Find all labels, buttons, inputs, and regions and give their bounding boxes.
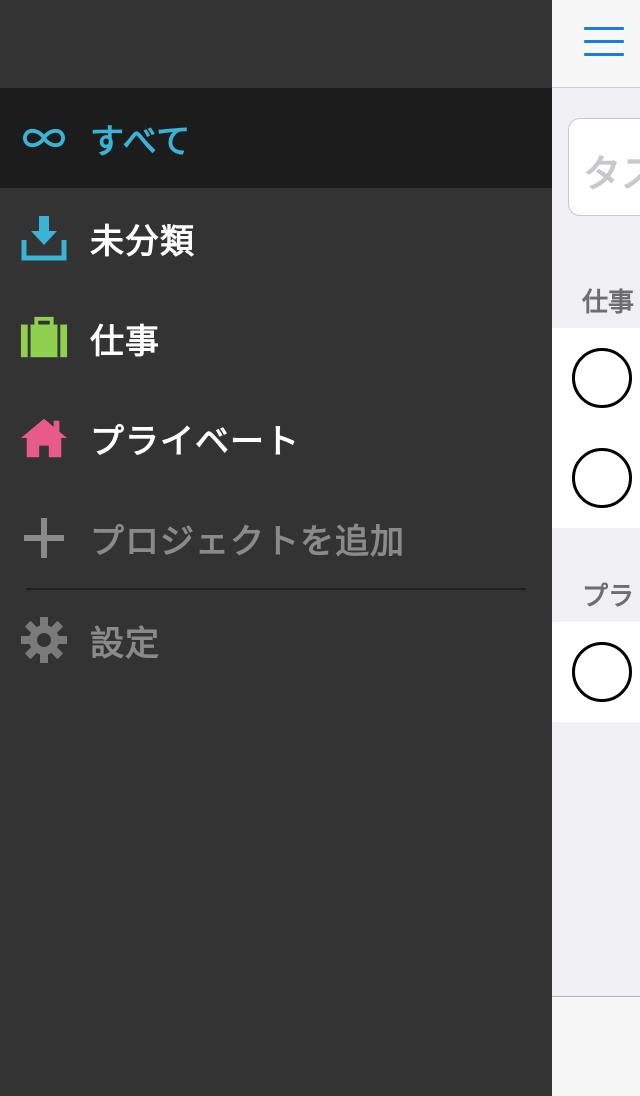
gear-icon — [20, 616, 68, 664]
menu-item-add-project[interactable]: プロジェクトを追加 — [0, 488, 552, 588]
menu-item-label: プロジェクトを追加 — [90, 521, 405, 562]
task-checkbox[interactable] — [572, 348, 632, 408]
menu-item-private[interactable]: プライベート — [0, 388, 552, 488]
bottom-toolbar — [552, 996, 640, 1096]
main-panel: タス 仕事 プラ — [552, 0, 640, 1096]
briefcase-icon — [20, 314, 68, 362]
inbox-download-icon — [20, 214, 68, 262]
menu-item-all[interactable]: すべて — [0, 88, 552, 188]
task-row[interactable] — [552, 428, 640, 528]
task-list-work — [552, 328, 640, 528]
menu-item-work[interactable]: 仕事 — [0, 288, 552, 388]
task-list-private — [552, 622, 640, 722]
menu-item-label: プライベート — [90, 421, 300, 462]
hamburger-menu-icon[interactable] — [584, 27, 626, 59]
section-header-work: 仕事 — [582, 288, 635, 318]
side-drawer: すべて 未分類 仕事 プライベート プロジェクトを追加 設定 — [0, 0, 552, 1096]
plus-icon — [20, 514, 68, 562]
infinity-icon — [20, 114, 68, 162]
menu-item-label: 未分類 — [90, 221, 195, 262]
menu-item-label: すべて — [90, 121, 192, 162]
menu-item-settings[interactable]: 設定 — [0, 590, 552, 690]
home-icon — [20, 414, 68, 462]
section-header-private: プラ — [582, 582, 635, 612]
task-checkbox[interactable] — [572, 642, 632, 702]
menu-item-label: 設定 — [90, 623, 160, 664]
nav-bar — [552, 0, 640, 88]
menu-item-label: 仕事 — [90, 321, 160, 362]
task-input[interactable]: タス — [568, 118, 640, 216]
drawer-header — [0, 0, 552, 88]
task-row[interactable] — [552, 622, 640, 722]
task-row[interactable] — [552, 328, 640, 428]
task-input-placeholder: タス — [583, 152, 640, 196]
menu-item-uncategorized[interactable]: 未分類 — [0, 188, 552, 288]
task-checkbox[interactable] — [572, 448, 632, 508]
